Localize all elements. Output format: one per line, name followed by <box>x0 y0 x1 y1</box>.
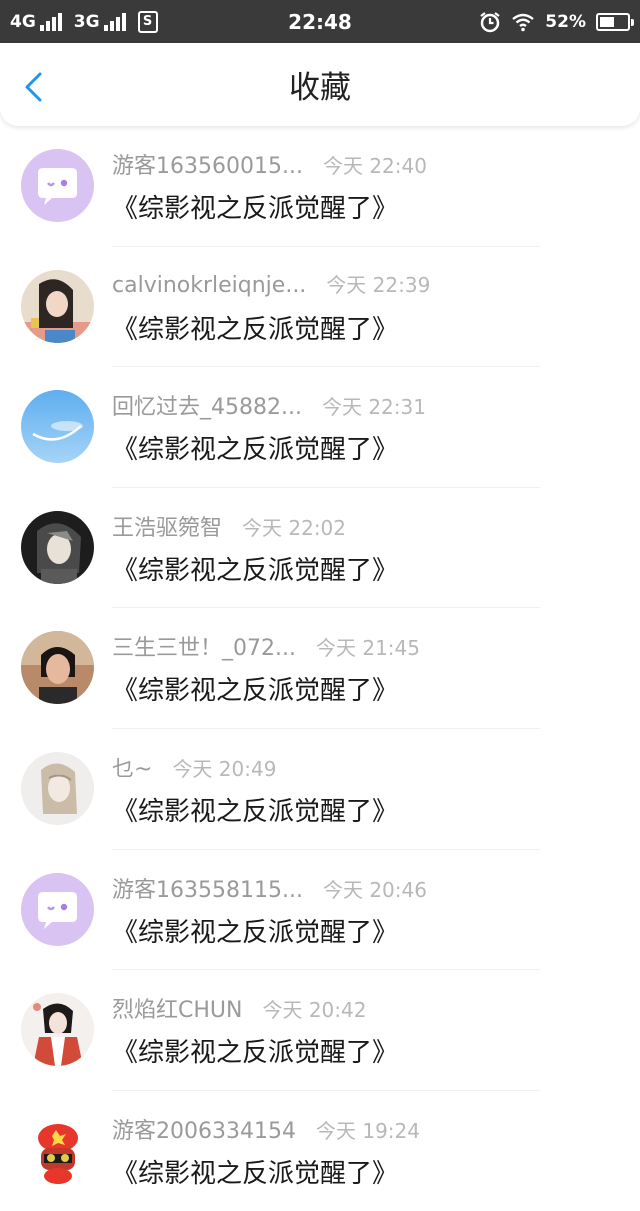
favorite-meta: 游客163560015... 今天 22:40 <box>112 148 427 180</box>
timestamp: 今天 22:02 <box>242 515 347 540</box>
favorite-meta: 乜~ 今天 20:49 <box>112 751 276 783</box>
battery-percent: 52% <box>545 12 586 32</box>
guest-avatar-icon[interactable] <box>21 149 94 222</box>
favorite-item[interactable]: 三生三世！_072... 今天 21:45 《综影视之反派觉醒了》 <box>0 608 640 729</box>
favorite-item[interactable]: 游客163558115... 今天 20:46 《综影视之反派觉醒了》 <box>0 850 640 971</box>
user-avatar[interactable] <box>21 631 94 705</box>
username[interactable]: 游客2006334154 <box>112 1113 296 1145</box>
username[interactable]: 三生三世！_072... <box>112 630 296 662</box>
page-title: 收藏 <box>289 70 351 106</box>
user-avatar[interactable] <box>21 390 94 464</box>
timestamp: 今天 21:45 <box>315 636 420 661</box>
favorite-meta: 三生三世！_072... 今天 21:45 <box>112 630 420 662</box>
book-title: 《综影视之反派觉醒了》 <box>112 917 399 948</box>
favorite-item[interactable]: 游客163560015... 今天 22:40 《综影视之反派觉醒了》 <box>0 126 640 247</box>
user-avatar[interactable] <box>21 1113 94 1187</box>
favorite-meta: 烈焰红CHUN 今天 20:42 <box>112 992 366 1024</box>
favorite-meta: 游客163558115... 今天 20:46 <box>112 872 427 904</box>
status-bar: 4G 3G S 22:48 52% <box>0 0 640 43</box>
favorite-item[interactable]: 乜~ 今天 20:49 《综影视之反派觉醒了》 <box>0 729 640 850</box>
favorite-item[interactable]: 王浩驱箢智 今天 22:02 《综影视之反派觉醒了》 <box>0 488 640 609</box>
username[interactable]: 游客163558115... <box>112 872 303 904</box>
book-title: 《综影视之反派觉醒了》 <box>112 1158 399 1189</box>
battery-icon <box>596 13 634 31</box>
alarm-icon <box>480 12 500 33</box>
favorite-item[interactable]: calvinokrleiqnje... 今天 22:39 《综影视之反派觉醒了》 <box>0 247 640 368</box>
username[interactable]: 烈焰红CHUN <box>112 992 242 1024</box>
user-avatar[interactable] <box>21 993 94 1067</box>
username[interactable]: calvinokrleiqnje... <box>112 273 306 298</box>
book-title: 《综影视之反派觉醒了》 <box>112 194 399 224</box>
username[interactable]: 王浩驱箢智 <box>112 510 222 542</box>
guest-avatar-icon[interactable] <box>21 872 94 946</box>
timestamp: 今天 22:31 <box>321 395 426 420</box>
timestamp: 今天 20:49 <box>172 756 277 781</box>
favorite-meta: 王浩驱箢智 今天 22:02 <box>112 510 346 542</box>
username[interactable]: 乜~ <box>112 751 152 783</box>
timestamp: 今天 22:39 <box>326 272 431 297</box>
nav-bar: 收藏 <box>0 43 640 126</box>
user-avatar[interactable] <box>21 510 94 584</box>
timestamp: 今天 20:42 <box>262 998 367 1023</box>
timestamp: 今天 19:24 <box>315 1118 420 1143</box>
favorite-meta: 游客2006334154 今天 19:24 <box>112 1113 420 1145</box>
user-avatar[interactable] <box>21 269 94 343</box>
book-title: 《综影视之反派觉醒了》 <box>112 435 399 466</box>
username[interactable]: 游客163560015... <box>112 148 303 180</box>
timestamp: 今天 22:40 <box>322 154 427 178</box>
status-bar-right: 52% <box>479 9 634 35</box>
favorite-item[interactable]: 回忆过去_45882... 今天 22:31 《综影视之反派觉醒了》 <box>0 367 640 488</box>
user-avatar[interactable] <box>21 751 94 825</box>
username[interactable]: 回忆过去_45882... <box>112 389 302 421</box>
book-title: 《综影视之反派觉醒了》 <box>112 676 399 707</box>
timestamp: 今天 20:46 <box>322 877 427 902</box>
book-title: 《综影视之反派觉醒了》 <box>112 1038 399 1069</box>
favorite-meta: 回忆过去_45882... 今天 22:31 <box>112 389 426 421</box>
favorite-item[interactable]: 游客2006334154 今天 19:24 《综影视之反派觉醒了》 <box>0 1091 640 1211</box>
book-title: 《综影视之反派觉醒了》 <box>112 796 399 827</box>
book-title: 《综影视之反派觉醒了》 <box>112 555 399 586</box>
favorite-item[interactable]: 烈焰红CHUN 今天 20:42 《综影视之反派觉醒了》 <box>0 970 640 1091</box>
favorites-list: 游客163560015... 今天 22:40 《综影视之反派觉醒了》 calvino… <box>0 126 640 1211</box>
favorite-meta: calvinokrleiqnje... 今天 22:39 <box>112 269 430 298</box>
battery-level <box>600 17 614 27</box>
book-title: 《综影视之反派觉醒了》 <box>112 314 399 345</box>
wifi-icon <box>512 13 535 32</box>
